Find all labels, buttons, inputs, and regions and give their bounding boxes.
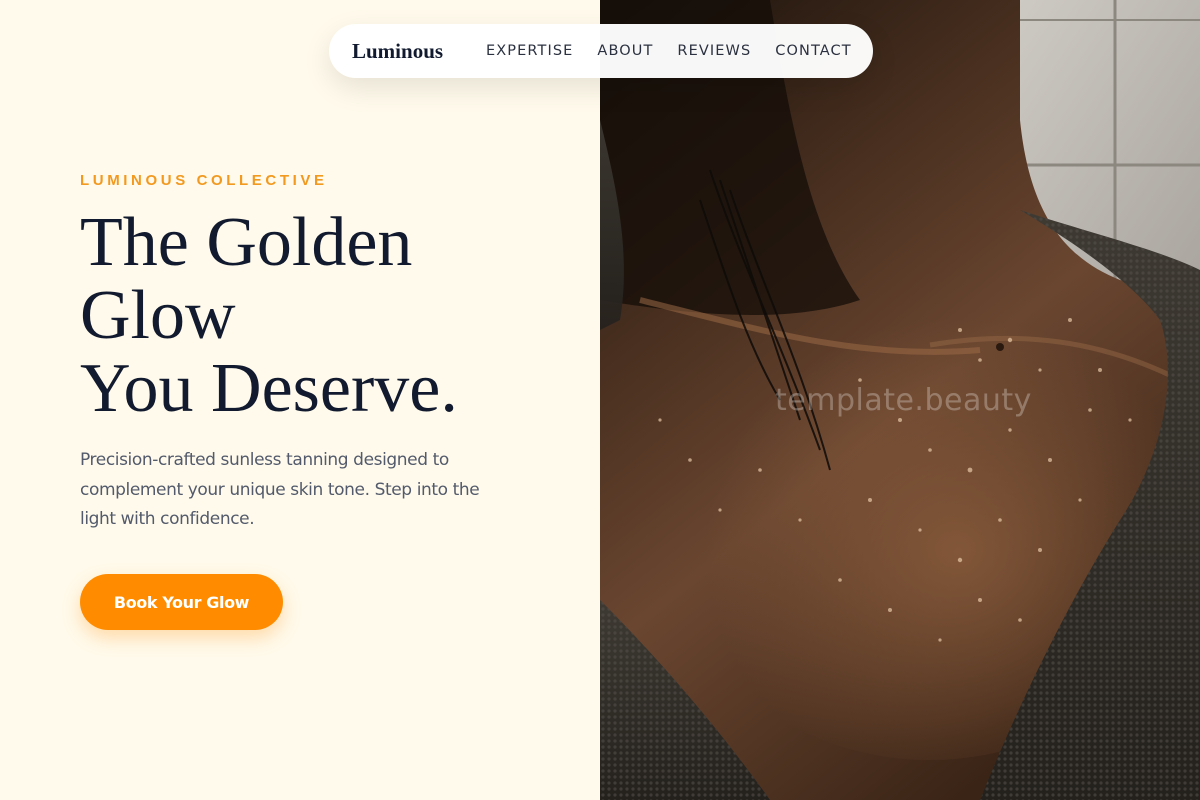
page: LUMINOUS COLLECTIVE The Golden Glow You … — [0, 0, 1200, 800]
top-nav: Luminous EXPERTISE ABOUT REVIEWS CONTACT — [329, 24, 873, 78]
brand-logo[interactable]: Luminous — [352, 39, 443, 64]
nav-link-about[interactable]: ABOUT — [597, 43, 653, 59]
hero-description: Precision-crafted sunless tanning design… — [80, 450, 480, 529]
nav-link-contact[interactable]: CONTACT — [775, 43, 851, 59]
hero-headline-line: The Golden — [80, 204, 413, 281]
nav-item: REVIEWS — [677, 42, 751, 60]
hero-photo-illustration — [600, 0, 1200, 800]
nav-item: ABOUT — [597, 42, 653, 60]
hero-eyebrow: LUMINOUS COLLECTIVE — [80, 172, 328, 189]
nav-links: EXPERTISE ABOUT REVIEWS CONTACT — [486, 24, 852, 78]
nav-item: EXPERTISE — [486, 42, 573, 60]
nav-link-reviews[interactable]: REVIEWS — [677, 43, 751, 59]
hero-headline: The Golden Glow You Deserve. — [80, 206, 458, 425]
hero-section: LUMINOUS COLLECTIVE The Golden Glow You … — [0, 0, 600, 800]
hero-headline-line: Glow — [80, 277, 236, 354]
hero-image: template.beauty — [600, 0, 1200, 800]
hero-headline-line: You Deserve. — [80, 350, 458, 427]
book-your-glow-button[interactable]: Book Your Glow — [80, 574, 283, 630]
nav-link-expertise[interactable]: EXPERTISE — [486, 43, 573, 59]
nav-item: CONTACT — [775, 42, 851, 60]
